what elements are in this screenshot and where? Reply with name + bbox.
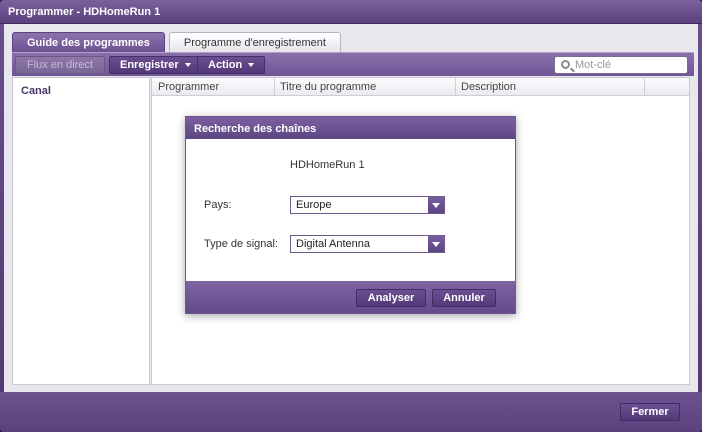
chevron-down-icon[interactable] xyxy=(428,197,444,213)
channel-pane: Canal xyxy=(12,77,150,385)
programmer-window: Programmer - HDHomeRun 1 Guide des progr… xyxy=(0,0,702,432)
column-schedule[interactable]: Programmer xyxy=(158,81,219,93)
channel-scan-dialog: Recherche des chaînes HDHomeRun 1 Pays: … xyxy=(185,116,516,314)
country-label: Pays: xyxy=(204,199,232,211)
chevron-down-icon xyxy=(248,63,255,68)
tab-program-guide[interactable]: Guide des programmes xyxy=(12,32,165,52)
action-button[interactable]: Action xyxy=(197,56,266,74)
search-placeholder: Mot-clé xyxy=(575,59,612,71)
device-name: HDHomeRun 1 xyxy=(290,159,365,171)
country-value: Europe xyxy=(296,199,332,211)
window-title: Programmer - HDHomeRun 1 xyxy=(0,0,702,24)
grid-header: Programmer Titre du programme Descriptio… xyxy=(152,78,689,96)
live-stream-button[interactable]: Flux en direct xyxy=(15,56,105,74)
chevron-down-icon xyxy=(184,63,191,68)
column-divider[interactable] xyxy=(274,78,275,96)
country-select[interactable]: Europe xyxy=(290,196,445,214)
cancel-button[interactable]: Annuler xyxy=(432,289,496,307)
window-footer: Fermer xyxy=(0,392,702,432)
column-title[interactable]: Titre du programme xyxy=(280,81,376,93)
dialog-title: Recherche des chaînes xyxy=(186,117,515,139)
column-description[interactable]: Description xyxy=(461,81,516,93)
action-label: Action xyxy=(208,59,243,71)
close-button[interactable]: Fermer xyxy=(620,403,680,421)
signal-type-value: Digital Antenna xyxy=(296,238,370,250)
search-input[interactable]: Mot-clé xyxy=(554,56,688,74)
search-icon xyxy=(561,60,570,69)
scan-button[interactable]: Analyser xyxy=(356,289,426,307)
toolbar: Flux en direct Enregistrer Action Mot-cl… xyxy=(12,52,694,76)
signal-type-label: Type de signal: xyxy=(204,238,278,250)
column-divider[interactable] xyxy=(644,78,645,96)
live-stream-label: Flux en direct xyxy=(26,59,94,71)
dialog-footer: Analyser Annuler xyxy=(186,281,515,313)
tab-recording-schedule[interactable]: Programme d'enregistrement xyxy=(168,32,341,52)
chevron-down-icon[interactable] xyxy=(428,236,444,252)
record-button[interactable]: Enregistrer xyxy=(109,56,202,74)
tab-bar: Guide des programmes Programme d'enregis… xyxy=(12,32,341,52)
column-divider[interactable] xyxy=(455,78,456,96)
record-label: Enregistrer xyxy=(120,59,179,71)
channel-heading: Canal xyxy=(21,85,51,97)
signal-type-select[interactable]: Digital Antenna xyxy=(290,235,445,253)
